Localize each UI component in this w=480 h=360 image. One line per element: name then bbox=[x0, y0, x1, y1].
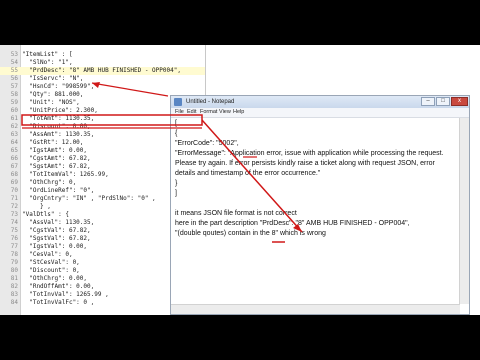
code-line: 53 "ItemList" : [ bbox=[0, 51, 205, 59]
text-line: "ErrorMessage": "Application error, issu… bbox=[175, 150, 444, 157]
menu-help[interactable]: Help bbox=[233, 108, 244, 117]
horizontal-scrollbar[interactable] bbox=[171, 304, 460, 314]
line-number: 65 bbox=[10, 147, 18, 154]
code-text: "OrdLineRef": "0", bbox=[22, 187, 95, 194]
line-number: 54 bbox=[10, 59, 18, 66]
text-line: here in the part description "PrdDesc": … bbox=[175, 220, 410, 227]
line-number: 83 bbox=[10, 291, 18, 298]
letterbox-top bbox=[0, 0, 480, 45]
vertical-scrollbar[interactable] bbox=[459, 118, 469, 304]
code-text: "OthChrg": 0.00, bbox=[22, 275, 88, 282]
line-number: 63 bbox=[10, 131, 18, 138]
notepad-window[interactable]: Untitled - Notepad – □ x File Edit Forma… bbox=[170, 95, 470, 315]
notepad-menu-bar: File Edit Format View Help bbox=[171, 108, 469, 118]
notepad-title-bar[interactable]: Untitled - Notepad – □ x bbox=[171, 96, 469, 108]
line-number: 74 bbox=[10, 219, 18, 226]
line-number: 72 bbox=[10, 203, 18, 210]
code-line: 55 "PrdDesc": "8" AMB HUB FINISHED - OPP… bbox=[0, 67, 205, 75]
code-text: "IgstVal": 0.00, bbox=[22, 243, 88, 250]
line-number: 81 bbox=[10, 275, 18, 282]
line-number: 56 bbox=[10, 75, 18, 82]
letterbox-bottom bbox=[0, 315, 480, 360]
line-number: 82 bbox=[10, 283, 18, 290]
line-number: 84 bbox=[10, 299, 18, 306]
code-text: "CesVal": 0, bbox=[22, 251, 73, 258]
text-line: ] bbox=[175, 190, 177, 197]
menu-file[interactable]: File bbox=[175, 108, 184, 117]
notepad-title: Untitled - Notepad bbox=[186, 99, 235, 105]
line-number: 79 bbox=[10, 259, 18, 266]
code-text: "TotInvValFc": 0 , bbox=[22, 299, 95, 306]
notepad-text-area[interactable]: [ { "ErrorCode": "5002", "ErrorMessage":… bbox=[173, 118, 459, 304]
maximize-button[interactable]: □ bbox=[436, 97, 450, 106]
code-text: "StCesVal": 0, bbox=[22, 259, 80, 266]
code-text: "Unit": "NOS", bbox=[22, 99, 80, 106]
menu-format[interactable]: Format bbox=[200, 108, 217, 117]
menu-edit[interactable]: Edit bbox=[187, 108, 196, 117]
code-text: "OrgCntry": "IN" , "PrdSlNo": "0" , bbox=[22, 195, 156, 202]
code-text: "ValDtls" : { bbox=[22, 211, 69, 218]
text-line: it means JSON file format is not correct bbox=[175, 210, 297, 217]
line-number: 57 bbox=[10, 83, 18, 90]
line-number: 64 bbox=[10, 139, 18, 146]
line-number: 69 bbox=[10, 179, 18, 186]
text-line: Please try again. If error persists kind… bbox=[175, 160, 435, 167]
code-line: 56 "IsServc": "N", bbox=[0, 75, 205, 83]
text-line: } bbox=[175, 180, 178, 187]
code-text: "UnitPrice": 2.300, bbox=[22, 107, 98, 114]
code-text: "CgstAmt": 67.82, bbox=[22, 155, 91, 162]
code-text: "AssAmt": 1130.35, bbox=[22, 131, 95, 138]
line-number: 67 bbox=[10, 163, 18, 170]
line-number: 77 bbox=[10, 243, 18, 250]
menu-view[interactable]: View bbox=[219, 108, 231, 117]
text-line: "ErrorCode": "5002", bbox=[175, 140, 239, 147]
code-text: "Discount": 0, bbox=[22, 267, 80, 274]
code-text: } , bbox=[22, 203, 51, 210]
code-text: "Qty": 881.000, bbox=[22, 91, 84, 98]
line-number: 71 bbox=[10, 195, 18, 202]
minimize-button[interactable]: – bbox=[421, 97, 435, 106]
text-line: [ bbox=[175, 120, 177, 127]
code-text: "TotInvVal": 1265.99 , bbox=[22, 291, 109, 298]
code-text: "Discount": 0.00, bbox=[22, 123, 91, 130]
text-line: { bbox=[175, 130, 178, 137]
code-line: 57 "HsnCd": "998599", bbox=[0, 83, 205, 91]
code-text: "SgstAmt": 67.82, bbox=[22, 163, 91, 170]
line-number: 76 bbox=[10, 235, 18, 242]
line-number: 61 bbox=[10, 115, 18, 122]
code-text: "RndOffAmt": 0.00, bbox=[22, 283, 95, 290]
code-text: "HsnCd": "998599", bbox=[22, 83, 95, 90]
code-text: "SgstVal": 67.82, bbox=[22, 235, 91, 242]
line-number: 62 bbox=[10, 123, 18, 130]
video-frame: 53 "ItemList" : [54 "SlNo": "1", 55 "PrdDe… bbox=[0, 0, 480, 360]
line-number: 53 bbox=[10, 51, 18, 58]
line-number: 68 bbox=[10, 171, 18, 178]
code-text: "GstRt": 12.00, bbox=[22, 139, 84, 146]
code-text: "PrdDesc": "8" AMB HUB FINISHED - OPP004… bbox=[22, 67, 181, 74]
line-number: 66 bbox=[10, 155, 18, 162]
text-line: details and timestamp of the error occur… bbox=[175, 170, 321, 177]
code-text: "IsServc": "N", bbox=[22, 75, 84, 82]
code-text: "OthChrg": 0, bbox=[22, 179, 77, 186]
code-text: "ItemList" : [ bbox=[22, 51, 73, 58]
code-text: "TotAmt": 1130.35, bbox=[22, 115, 95, 122]
text-line: "(double qoutes) contain in the 8" which… bbox=[175, 230, 326, 237]
line-number: 55 bbox=[10, 67, 18, 74]
notepad-icon bbox=[174, 98, 182, 106]
line-number: 73 bbox=[10, 211, 18, 218]
code-text: "TotItemVal": 1265.99, bbox=[22, 171, 109, 178]
code-text: "SlNo": "1", bbox=[22, 59, 73, 66]
line-number: 70 bbox=[10, 187, 18, 194]
code-text: "CgstVal": 67.82, bbox=[22, 227, 91, 234]
code-line: 54 "SlNo": "1", bbox=[0, 59, 205, 67]
code-text: "AssVal": 1130.35, bbox=[22, 219, 95, 226]
line-number: 80 bbox=[10, 267, 18, 274]
line-number: 60 bbox=[10, 107, 18, 114]
code-text: "IgstAmt": 0.00, bbox=[22, 147, 88, 154]
close-button[interactable]: x bbox=[451, 97, 468, 106]
line-number: 78 bbox=[10, 251, 18, 258]
line-number: 58 bbox=[10, 91, 18, 98]
line-number: 59 bbox=[10, 99, 18, 106]
line-number: 75 bbox=[10, 227, 18, 234]
